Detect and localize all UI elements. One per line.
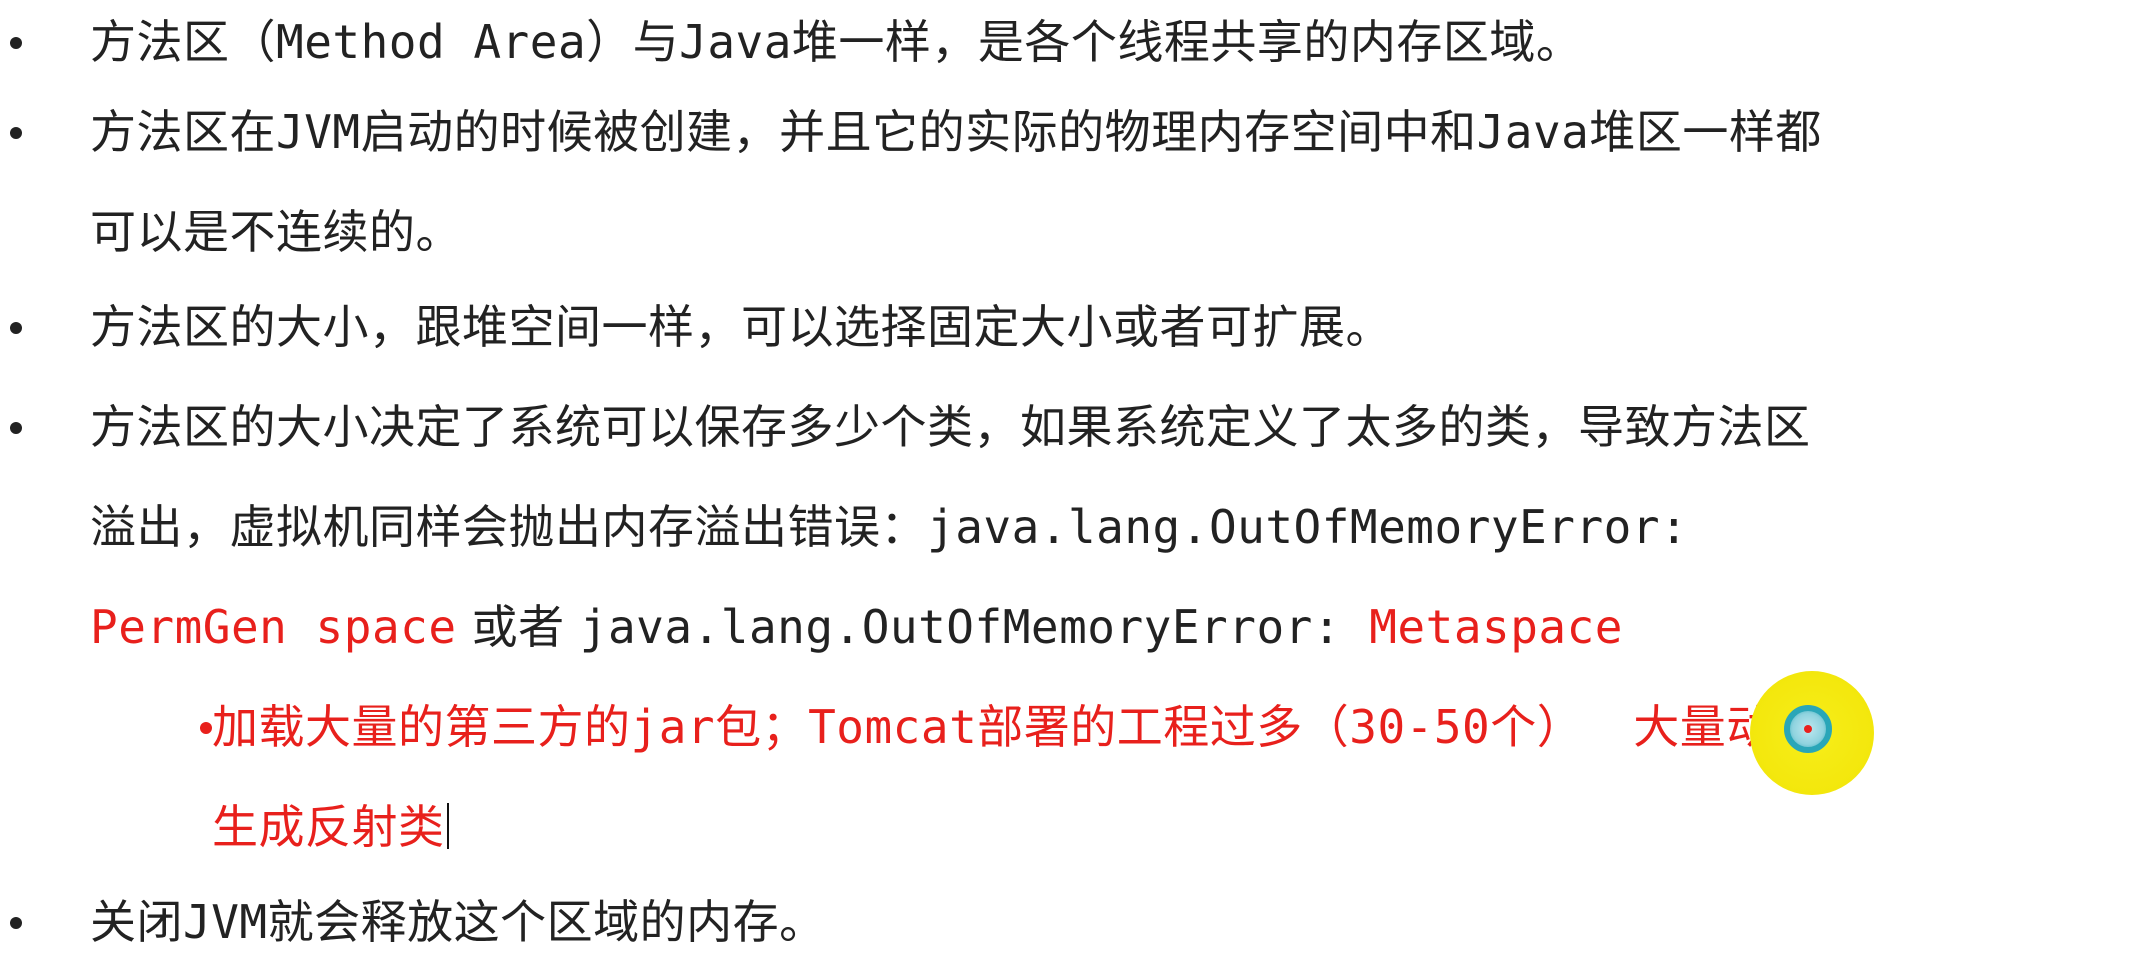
text-segment: 生成反射类 [212, 800, 445, 854]
text-segment: 可以是不连续的。 [90, 205, 462, 259]
text-segment: 方法区的大小决定了系统可以保存多少个类，如果系统定义了太多的类，导致方法区 [90, 400, 1811, 454]
bullet-dot-icon [10, 37, 22, 49]
text-segment: 启动的时候被创建，并且它的实际的物理内存空间中和 [360, 105, 1477, 159]
bullet-2-text-line-1: 方法区在JVM启动的时候被创建，并且它的实际的物理内存空间中和Java堆区一样都 [90, 102, 1822, 162]
text-segment: 堆一样，是各个线程共享的内存区域。 [791, 15, 1583, 69]
sub-bullet-text-line-2: 生成反射类 [212, 797, 449, 857]
code-number-range: 30-50 [1349, 700, 1491, 754]
bullet-3-text: 方法区的大小，跟堆空间一样，可以选择固定大小或者可扩展。 [90, 297, 1392, 357]
text-segment: 包； [715, 700, 809, 754]
text-segment: 溢出，虚拟机同样会抛出内存溢出错误： [90, 500, 927, 554]
text-segment: 部署的工程过多（ [977, 700, 1350, 754]
text-segment: 方法区在 [90, 105, 276, 159]
bullet-4-text-line-3: PermGen space 或者 java.lang.OutOfMemoryEr… [90, 597, 1623, 657]
sub-bullet-text-line-1: 加载大量的第三方的jar包；Tomcat部署的工程过多（30-50个）大量动态的 [212, 697, 1866, 757]
bullet-2-text-line-2: 可以是不连续的。 [90, 202, 462, 262]
bullet-4-text-line-1: 方法区的大小决定了系统可以保存多少个类，如果系统定义了太多的类，导致方法区 [90, 397, 1811, 457]
code-metaspace: Metaspace [1369, 600, 1623, 654]
slide-content: 方法区（Method Area）与Java堆一样，是各个线程共享的内存区域。 方… [0, 0, 2151, 953]
bullet-5-text: 关闭JVM就会释放这个区域的内存。 [90, 892, 826, 952]
code-method-area: Method Area [276, 15, 587, 69]
text-segment: 就会释放这个区域的内存。 [267, 895, 826, 949]
code-jar: jar [630, 700, 716, 754]
code-oom-error: java.lang.OutOfMemoryError: [579, 600, 1370, 654]
text-segment: ）与 [586, 15, 680, 69]
text-segment: 堆区一样都 [1589, 105, 1822, 159]
text-segment: 关闭 [90, 895, 183, 949]
bullet-dot-icon [10, 917, 22, 929]
text-segment: 个） [1490, 700, 1584, 754]
code-jvm: JVM [183, 895, 268, 949]
bullet-1-text: 方法区（Method Area）与Java堆一样，是各个线程共享的内存区域。 [90, 12, 1582, 72]
bullet-4-text-line-2: 溢出，虚拟机同样会抛出内存溢出错误：java.lang.OutOfMemoryE… [90, 497, 1688, 557]
text-caret-icon [446, 803, 449, 849]
bullet-dot-icon [10, 322, 22, 334]
text-segment: 或者 [456, 600, 580, 654]
code-oom-error: java.lang.OutOfMemoryError: [927, 500, 1689, 554]
text-segment: 加载大量的第三方的 [212, 700, 631, 754]
bullet-dot-icon [200, 722, 212, 734]
code-jvm: JVM [276, 105, 361, 159]
code-permgen-space: PermGen space [90, 600, 457, 654]
cursor-dot-icon [1804, 725, 1812, 733]
code-java: Java [1476, 105, 1590, 159]
text-segment: 方法区（ [90, 15, 276, 69]
text-segment: 方法区的大小，跟堆空间一样，可以选择固定大小或者可扩展。 [90, 300, 1392, 354]
code-java: Java [679, 15, 792, 69]
code-tomcat: Tomcat [808, 700, 978, 754]
bullet-dot-icon [10, 127, 22, 139]
bullet-dot-icon [10, 422, 22, 434]
